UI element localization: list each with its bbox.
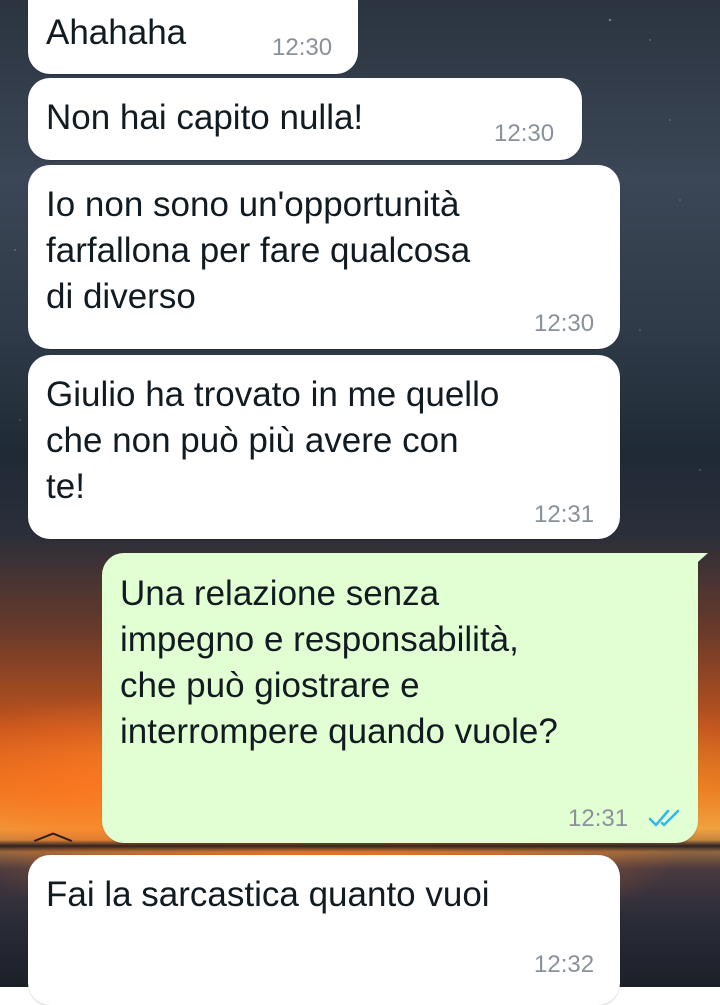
- message-text: Giulio ha trovato in me quello che non p…: [46, 375, 500, 506]
- message-bubble-incoming[interactable]: Fai la sarcastica quanto vuoi 12:32: [28, 855, 620, 1005]
- bubble-tail-outgoing: [690, 553, 708, 569]
- double-check-icon: [648, 809, 680, 827]
- message-bubble-incoming[interactable]: Giulio ha trovato in me quello che non p…: [28, 355, 620, 539]
- message-time: 12:30: [272, 34, 333, 61]
- message-text: Ahahaha: [46, 13, 187, 52]
- message-text: Una relazione senza impegno e responsabi…: [120, 574, 558, 751]
- bird-silhouette: ︿: [32, 816, 74, 846]
- message-text: Non hai capito nulla!: [46, 98, 364, 137]
- message-bubble-outgoing[interactable]: Una relazione senza impegno e responsabi…: [102, 553, 698, 843]
- message-time: 12:31: [568, 805, 629, 832]
- message-time: 12:30: [494, 120, 555, 147]
- message-bubble-incoming[interactable]: Non hai capito nulla! 12:30: [28, 78, 582, 160]
- message-time: 12:30: [534, 310, 595, 337]
- message-time: 12:32: [534, 951, 595, 978]
- message-text: Fai la sarcastica quanto vuoi: [46, 875, 490, 914]
- message-bubble-incoming[interactable]: Ahahaha 12:30: [28, 0, 358, 74]
- message-text: Io non sono un'opportunità farfallona pe…: [46, 185, 471, 316]
- message-time: 12:31: [534, 501, 595, 528]
- message-bubble-incoming[interactable]: Io non sono un'opportunità farfallona pe…: [28, 165, 620, 349]
